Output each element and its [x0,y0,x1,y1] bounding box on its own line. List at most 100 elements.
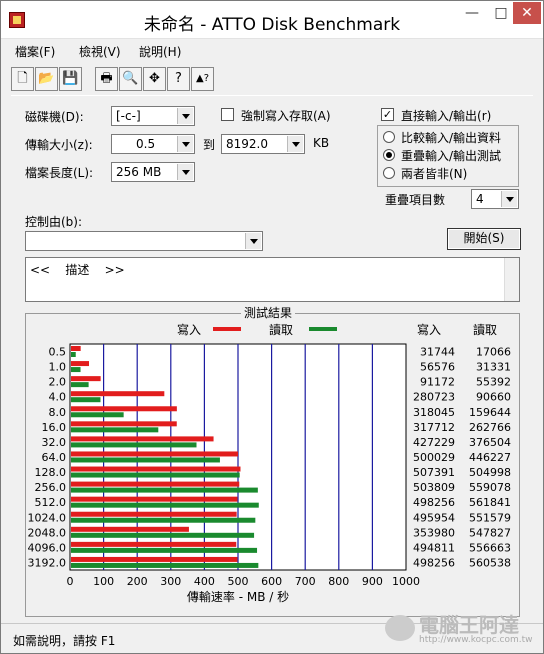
toolbar: 🗋 📂 💾 🖶 🔍 ✥ ? ▲? [11,65,241,93]
compare-io-label: 比較輸入/輸出資料 [401,131,502,145]
queue-depth-label: 重疊項目數 [385,193,446,207]
controlled-by-select[interactable] [25,231,263,251]
write-bar [71,346,81,351]
transfer-to-select[interactable]: 8192.0 [221,134,305,154]
toolbar-divider [11,95,533,96]
direct-io-label: 直接輸入/輸出(r) [401,109,492,123]
read-value-label: 556663 [469,541,511,554]
x-axis-title: 傳輸速率 - MB / 秒 [187,589,289,604]
minimize-button[interactable]: — [458,2,486,24]
write-bar [71,466,241,472]
read-value-label: 55392 [476,376,511,389]
chevron-down-icon[interactable] [177,164,193,180]
new-file-icon[interactable]: 🗋 [11,67,34,91]
x-tick-label: 1000 [392,575,420,588]
write-value-label: 280723 [413,391,455,404]
move-icon[interactable]: ✥ [143,67,166,91]
write-bar [71,526,189,532]
print-preview-icon[interactable]: 🔍 [119,67,142,91]
x-tick-label: 700 [295,575,316,588]
read-bar [71,457,220,463]
y-tick-label: 1024.0 [28,511,67,524]
write-value-label: 31744 [420,346,455,359]
y-tick-label: 128.0 [35,466,67,479]
read-bar [71,367,81,373]
y-tick-label: 2048.0 [28,526,67,539]
maximize-button[interactable]: □ [487,2,515,24]
save-icon[interactable]: 💾 [59,67,82,91]
app-window: 未命名 - ATTO Disk Benchmark — □ ✕ 檔案(F) 檢視… [0,0,544,654]
watermark-logo-icon [385,615,415,641]
write-bar [71,421,177,427]
x-tick-label: 500 [228,575,249,588]
chevron-down-icon[interactable] [245,233,261,249]
y-tick-label: 0.5 [49,346,67,359]
read-value-label: 560538 [469,556,511,569]
read-bar [71,487,258,493]
watermark-name: 電腦王阿達 [419,613,519,637]
read-bar [71,427,159,433]
write-value-label: 317712 [413,421,455,434]
read-bar [71,562,259,568]
write-bar [71,481,240,487]
write-value-label: 91172 [420,376,455,389]
menu-view[interactable]: 檢視(V) [79,43,121,60]
read-bar [71,517,256,523]
read-column-header: 讀取 [473,323,497,337]
context-help-icon[interactable]: ▲? [191,67,214,91]
queue-depth-select[interactable]: 4 [471,189,519,209]
legend-read-label: 讀取 [269,323,293,337]
print-icon[interactable]: 🖶 [95,67,118,91]
file-length-select[interactable]: 256 MB [111,162,195,182]
read-bar [71,502,259,508]
neither-label: 兩者皆非(N) [401,167,468,181]
write-bar [71,376,101,382]
transfer-to-value: 8192.0 [226,137,268,151]
write-value-label: 56576 [420,361,455,374]
menu-help[interactable]: 說明(H) [139,43,181,60]
menu-file[interactable]: 檔案(F) [15,43,55,60]
chevron-down-icon[interactable] [177,136,193,152]
drive-select[interactable]: [-c-] [111,106,195,126]
title-bar[interactable]: 未命名 - ATTO Disk Benchmark — □ ✕ [1,1,543,39]
chevron-down-icon[interactable] [177,108,193,124]
description-scrollbar[interactable] [504,258,519,301]
open-folder-icon[interactable]: 📂 [35,67,58,91]
write-bar [71,406,177,412]
write-value-label: 503809 [413,481,455,494]
read-bar [71,412,124,418]
neither-radio[interactable] [383,167,395,179]
force-write-checkbox[interactable] [221,108,234,121]
overlapped-io-radio[interactable] [383,149,395,161]
y-tick-label: 4096.0 [28,541,67,554]
y-tick-label: 256.0 [35,481,67,494]
read-value-label: 547827 [469,526,511,539]
y-tick-label: 8.0 [49,406,67,419]
kb-unit-label: KB [313,136,330,150]
read-bar [71,532,255,538]
y-tick-label: 16.0 [42,421,67,434]
chevron-down-icon[interactable] [501,191,517,207]
write-value-label: 494811 [413,541,455,554]
transfer-size-label: 傳輸大小(z): [25,138,93,152]
read-value-label: 561841 [469,496,511,509]
to-label: 到 [203,138,216,152]
compare-io-radio[interactable] [383,131,395,143]
write-bar [71,451,239,457]
close-button[interactable]: ✕ [513,2,541,24]
write-column-header: 寫入 [417,322,441,337]
x-tick-label: 400 [194,575,215,588]
x-tick-label: 0 [67,575,74,588]
transfer-from-select[interactable]: 0.5 [111,134,195,154]
start-button[interactable]: 開始(S) [447,228,521,250]
direct-io-checkbox[interactable]: ✓ [381,108,394,121]
results-chart: 寫入 讀取 寫入 讀取 0 100 200 300 400 500 600 700 800 900 1000… [28,322,512,604]
description-box[interactable]: << 描述 >> [25,257,520,302]
write-value-label: 353980 [413,526,455,539]
help-icon[interactable]: ? [167,67,190,91]
read-bar [71,382,89,388]
read-value-label: 376504 [469,436,511,449]
write-value-label: 498256 [413,496,455,509]
chevron-down-icon[interactable] [287,136,303,152]
x-tick-label: 200 [127,575,148,588]
